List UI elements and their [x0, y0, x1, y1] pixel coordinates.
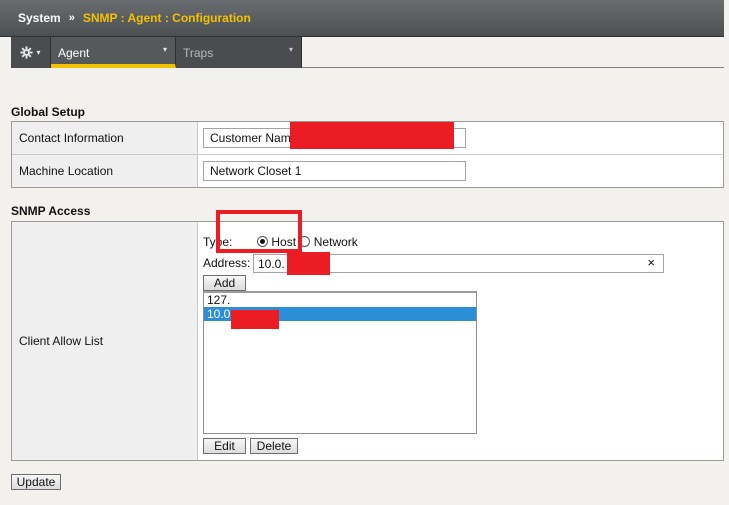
- client-allow-list-row: Client Allow List Type: Host Network Add…: [12, 222, 723, 460]
- snmp-access-title: SNMP Access: [11, 204, 91, 218]
- tab-traps[interactable]: Traps ▾: [176, 37, 302, 68]
- snmp-access-table: Client Allow List Type: Host Network Add…: [11, 221, 724, 461]
- tab-agent[interactable]: Agent ▾: [51, 37, 176, 68]
- contact-information-label: Contact Information: [12, 122, 198, 154]
- global-setup-title: Global Setup: [11, 105, 86, 119]
- contact-information-row: Contact Information Customer Nam: [12, 122, 723, 155]
- breadcrumb-system[interactable]: System: [18, 11, 61, 25]
- global-setup-table: Contact Information Customer Nam Machine…: [11, 121, 724, 188]
- update-button[interactable]: Update: [11, 474, 61, 490]
- delete-button[interactable]: Delete: [250, 438, 298, 454]
- chevron-down-icon: ▾: [288, 45, 293, 54]
- client-allow-list-label: Client Allow List: [12, 222, 198, 460]
- machine-location-label: Machine Location: [12, 155, 198, 187]
- chevron-down-icon: ▾: [162, 45, 167, 54]
- machine-location-row: Machine Location Network Closet 1: [12, 155, 723, 187]
- contact-information-cell: Customer Nam: [198, 122, 723, 154]
- breadcrumb: System » SNMP : Agent : Configuration: [0, 0, 724, 37]
- chevron-down-icon: ▾: [36, 48, 41, 57]
- tab-agent-label: Agent: [58, 45, 90, 60]
- add-button[interactable]: Add: [203, 275, 246, 291]
- address-value: 10.0.: [258, 257, 285, 271]
- list-item[interactable]: 127.: [204, 293, 476, 307]
- tab-bar-divider: [302, 67, 724, 68]
- redaction-block: [290, 122, 454, 149]
- tab-traps-label: Traps: [183, 45, 214, 60]
- settings-menu-button[interactable]: ▾: [11, 37, 51, 68]
- breadcrumb-current-path: SNMP : Agent : Configuration: [82, 11, 251, 25]
- redaction-block: [287, 252, 330, 275]
- edit-button[interactable]: Edit: [203, 438, 246, 454]
- gear-icon: [20, 46, 34, 59]
- breadcrumb-separator: »: [68, 12, 75, 24]
- annotation-highlight-box: [216, 210, 302, 253]
- type-network-label[interactable]: Network: [314, 235, 358, 249]
- clear-icon[interactable]: ×: [647, 256, 655, 270]
- machine-location-input[interactable]: Network Closet 1: [203, 161, 466, 181]
- client-allow-list-cell: Type: Host Network Address: 10.0. × Add …: [198, 222, 723, 460]
- machine-location-cell: Network Closet 1: [198, 155, 723, 187]
- redaction-block: [231, 310, 279, 329]
- address-label: Address:: [203, 256, 251, 270]
- tab-bar: ▾ Agent ▾ Traps ▾: [11, 37, 302, 68]
